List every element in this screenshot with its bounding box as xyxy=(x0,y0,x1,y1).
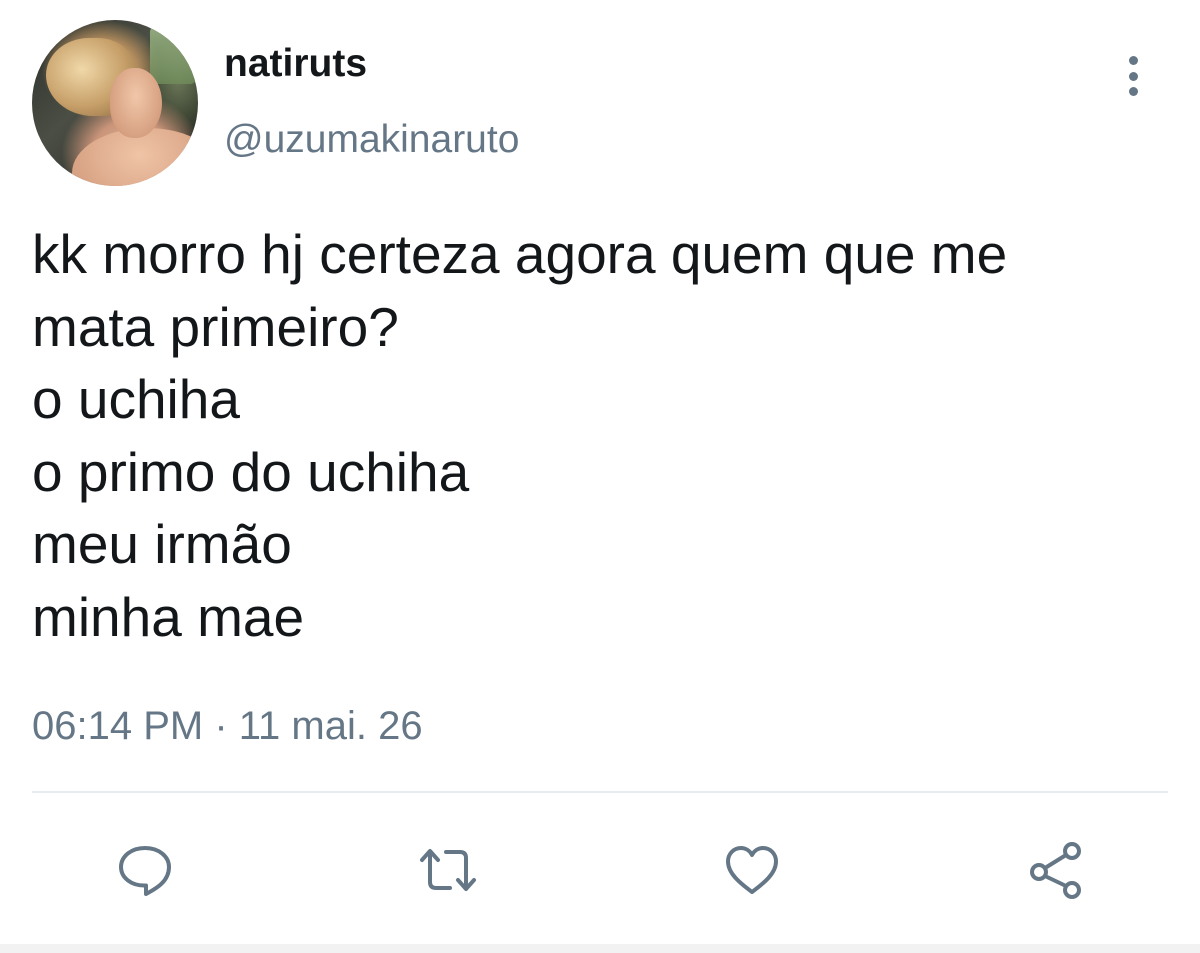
action-bar xyxy=(0,830,1200,910)
tweet-timestamp[interactable]: 06:14 PM · 11 mai. 26 xyxy=(32,702,423,750)
more-dot-icon xyxy=(1128,56,1138,65)
retweet-icon xyxy=(420,849,476,891)
more-options-button[interactable] xyxy=(1112,50,1154,102)
avatar[interactable] xyxy=(32,20,198,186)
tweet-text-line: o primo do uchiha xyxy=(32,440,470,503)
heart-icon xyxy=(726,846,778,894)
tweet-text: kk morro hj certeza agora quem que me ma… xyxy=(32,218,1182,653)
reply-button[interactable] xyxy=(105,830,185,910)
retweet-button[interactable] xyxy=(408,830,488,910)
avatar-background xyxy=(150,26,196,84)
avatar-figure-face xyxy=(110,68,162,138)
tweet-text-line: minha mae xyxy=(32,585,305,648)
tweet-card: natiruts @uzumakinaruto kk morro hj cert… xyxy=(0,0,1200,953)
bottom-separator xyxy=(0,944,1200,953)
more-dot-icon xyxy=(1128,71,1138,81)
tweet-text-line: mata primeiro? xyxy=(32,295,399,358)
tweet-text-line: o uchiha xyxy=(32,368,240,430)
divider xyxy=(32,791,1168,793)
share-button[interactable] xyxy=(1016,830,1096,910)
share-icon xyxy=(1030,842,1081,899)
more-dot-icon xyxy=(1128,87,1138,96)
tweet-text-line: kk morro hj certeza agora quem que me xyxy=(32,223,1008,285)
user-handle[interactable]: @uzumakinaruto xyxy=(224,116,519,164)
tweet-text-line: meu irmão xyxy=(32,513,292,575)
display-name[interactable]: natiruts xyxy=(224,40,367,88)
reply-icon xyxy=(119,846,171,896)
like-button[interactable] xyxy=(712,830,792,910)
